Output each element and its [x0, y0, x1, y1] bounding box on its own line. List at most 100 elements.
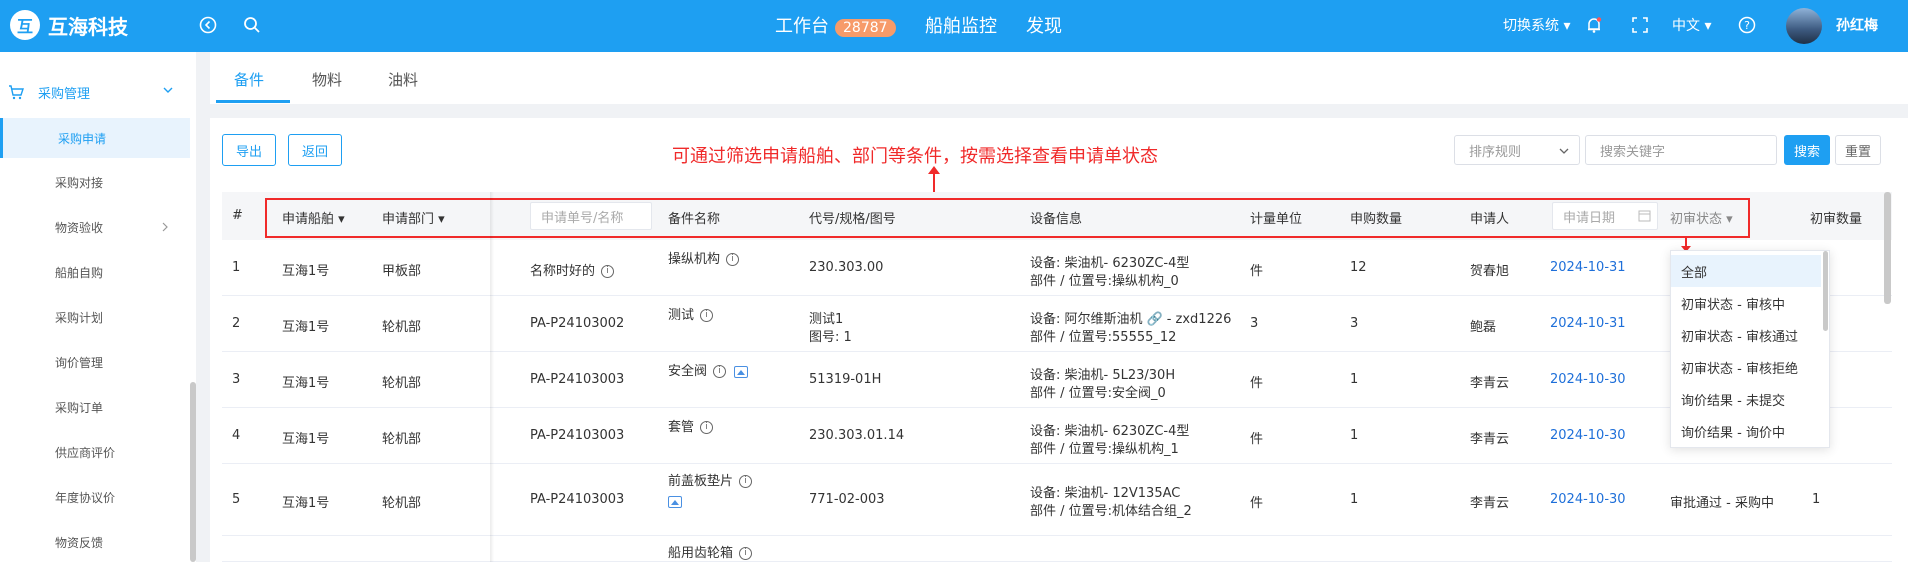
cell-code: 51319-01H [809, 372, 882, 387]
cell-date[interactable]: 2024-10-31 [1550, 316, 1626, 331]
filter-highlight-box [265, 198, 1750, 238]
sort-select[interactable]: 排序规则 [1454, 135, 1580, 165]
info-icon[interactable]: i [700, 309, 714, 322]
cell-equipment: 设备: 柴油机- 12V135AC [1030, 486, 1181, 501]
sidebar-item-annual-price[interactable]: 年度协议价 [0, 477, 190, 517]
logo[interactable]: 互 互海科技 [10, 10, 128, 40]
info-icon[interactable]: i [713, 365, 727, 378]
link-icon[interactable]: 🔗 [1147, 312, 1163, 327]
sidebar-item-inquiry[interactable]: 询价管理 [0, 342, 190, 382]
sidebar-item-acceptance[interactable]: 物资验收 [0, 207, 190, 247]
cell-applicant: 李青云 [1470, 496, 1510, 511]
sidebar-item-purchase-order[interactable]: 采购订单 [0, 387, 190, 427]
dropdown-scrollbar[interactable] [1823, 251, 1828, 331]
fullscreen-icon[interactable] [1628, 13, 1652, 37]
table-row[interactable]: 船用齿轮箱 i [222, 536, 1892, 562]
cell-ship: 互海1号 [282, 376, 330, 391]
help-icon[interactable]: ? [1735, 13, 1759, 37]
status-option-rejected[interactable]: 初审状态 - 审核拒绝 [1671, 351, 1821, 383]
status-option-inquiry-unsubmitted[interactable]: 询价结果 - 未提交 [1671, 383, 1821, 415]
sidebar-item-material-feedback[interactable]: 物资反馈 [0, 522, 190, 562]
annotation-text: 可通过筛选申请船舶、部门等条件，按需选择查看申请单状态 [672, 146, 1158, 167]
image-icon[interactable] [734, 365, 749, 378]
sidebar-scrollbar[interactable] [190, 382, 196, 562]
info-icon[interactable]: i [739, 475, 753, 488]
tab-materials[interactable]: 物料 [312, 69, 342, 90]
cell-date[interactable]: 2024-10-30 [1550, 428, 1626, 443]
cell-part-text: 套管 [668, 420, 695, 435]
export-button[interactable]: 导出 [222, 134, 276, 166]
image-icon[interactable] [668, 495, 682, 508]
cell-part: 测试 i [668, 304, 714, 323]
status-option-inquiry-in-progress[interactable]: 询价结果 - 询价中 [1671, 415, 1821, 447]
info-icon[interactable]: i [739, 547, 753, 560]
sidebar: 采购管理 采购申请 采购对接 物资验收 船舶自购 采购计划 询价管理 采购订单 … [0, 52, 196, 562]
cell-date[interactable]: 2024-10-30 [1550, 492, 1626, 507]
info-icon[interactable]: i [601, 265, 615, 278]
table-row[interactable]: 4 互海1号 轮机部 PA-P24103003 套管 i 230.303.01.1… [222, 408, 1892, 464]
cell-request: 名称时好的 i [530, 260, 615, 279]
cell-part-text: 安全阀 [668, 364, 708, 379]
search-input[interactable]: 搜索关键字 [1585, 135, 1777, 165]
table-row[interactable]: 1 互海1号 甲板部 名称时好的 i 操纵机构 i 230.303.00 设备: 柴… [222, 240, 1892, 296]
cell-component: 部件 / 位置号:机体结合组_2 [1030, 504, 1192, 519]
cell-component: 部件 / 位置号:操纵机构_1 [1030, 442, 1179, 457]
table-row[interactable]: 3 互海1号 轮机部 PA-P24103003 安全阀 i 51319-01H 设… [222, 352, 1892, 408]
cell-qty: 1 [1350, 492, 1359, 507]
sidebar-group-purchase[interactable]: 采购管理 [0, 72, 196, 112]
cell-equipment: 设备: 柴油机- 6230ZC-4型 [1030, 424, 1190, 439]
cell-ship: 互海1号 [282, 496, 330, 511]
sidebar-item-purchase-request[interactable]: 采购申请 [0, 118, 190, 158]
tab-bar: 备件 物料 油料 [210, 52, 1908, 104]
info-icon[interactable]: i [700, 421, 714, 434]
cell-unit: 3 [1250, 316, 1259, 331]
top-header: 互 互海科技 工作台 28787 船舶监控 发现 切换系统 ▾ 中文 ▾ ? 孙红… [0, 0, 1908, 52]
chevron-down-icon [1559, 145, 1569, 160]
nav-ship-monitor[interactable]: 船舶监控 [925, 12, 997, 38]
username[interactable]: 孙红梅 [1836, 15, 1878, 35]
logo-icon: 互 [10, 10, 40, 40]
sidebar-item-supplier-eval[interactable]: 供应商评价 [0, 432, 190, 472]
cell-qty: 12 [1350, 260, 1367, 275]
back-button[interactable]: 返回 [288, 134, 342, 166]
cell-equipment: 设备: 柴油机- 6230ZC-4型 [1030, 256, 1190, 271]
bell-icon[interactable] [1582, 13, 1606, 37]
sidebar-item-ship-self-purchase[interactable]: 船舶自购 [0, 252, 190, 292]
nav-discover[interactable]: 发现 [1026, 12, 1062, 38]
cell-part-text: 操纵机构 [668, 252, 721, 267]
status-option-approved[interactable]: 初审状态 - 审核通过 [1671, 319, 1821, 351]
cell-code: 测试1 [809, 312, 844, 327]
sidebar-item-purchase-plan[interactable]: 采购计划 [0, 297, 190, 337]
cell-request-text: 名称时好的 [530, 264, 596, 279]
info-icon[interactable]: i [726, 253, 740, 266]
cell-part: 套管 i [668, 416, 714, 435]
cell-index: 3 [232, 372, 241, 387]
tab-oil[interactable]: 油料 [388, 69, 418, 90]
cell-unit: 件 [1250, 264, 1264, 279]
dropdown-pointer [1681, 238, 1691, 252]
sidebar-item-purchase-docking[interactable]: 采购对接 [0, 162, 190, 202]
logo-text: 互海科技 [48, 14, 128, 39]
table-row[interactable]: 2 互海1号 轮机部 PA-P24103002 测试 i 测试1 图号: 1 设备… [222, 296, 1892, 352]
cell-equipment: 设备: 阿尔维斯油机 🔗 - zxd1226 [1030, 308, 1231, 327]
cell-date[interactable]: 2024-10-31 [1550, 260, 1626, 275]
table-row[interactable]: 5 互海1号 轮机部 PA-P24103003 前盖板垫片 i 771-02-00… [222, 464, 1892, 536]
back-circle-icon[interactable] [196, 13, 220, 37]
cell-date[interactable]: 2024-10-30 [1550, 372, 1626, 387]
reset-button[interactable]: 重置 [1835, 135, 1881, 165]
search-button[interactable]: 搜索 [1784, 135, 1830, 165]
search-icon[interactable] [240, 13, 264, 37]
cell-component: 部件 / 位置号:55555_12 [1030, 330, 1177, 345]
status-option-all[interactable]: 全部 [1671, 255, 1821, 287]
cell-dept: 轮机部 [382, 432, 422, 447]
switch-system-dropdown[interactable]: 切换系统 ▾ [1503, 15, 1570, 35]
status-option-reviewing[interactable]: 初审状态 - 审核中 [1671, 287, 1821, 319]
cell-index: 5 [232, 492, 241, 507]
cell-part-image [668, 494, 682, 509]
tab-spare-parts[interactable]: 备件 [234, 69, 264, 90]
table-scrollbar[interactable] [1884, 192, 1891, 304]
nav-workbench[interactable]: 工作台 28787 [775, 12, 896, 38]
language-dropdown[interactable]: 中文 ▾ [1672, 15, 1711, 35]
cell-request: PA-P24103002 [530, 316, 625, 331]
avatar[interactable] [1786, 8, 1822, 44]
